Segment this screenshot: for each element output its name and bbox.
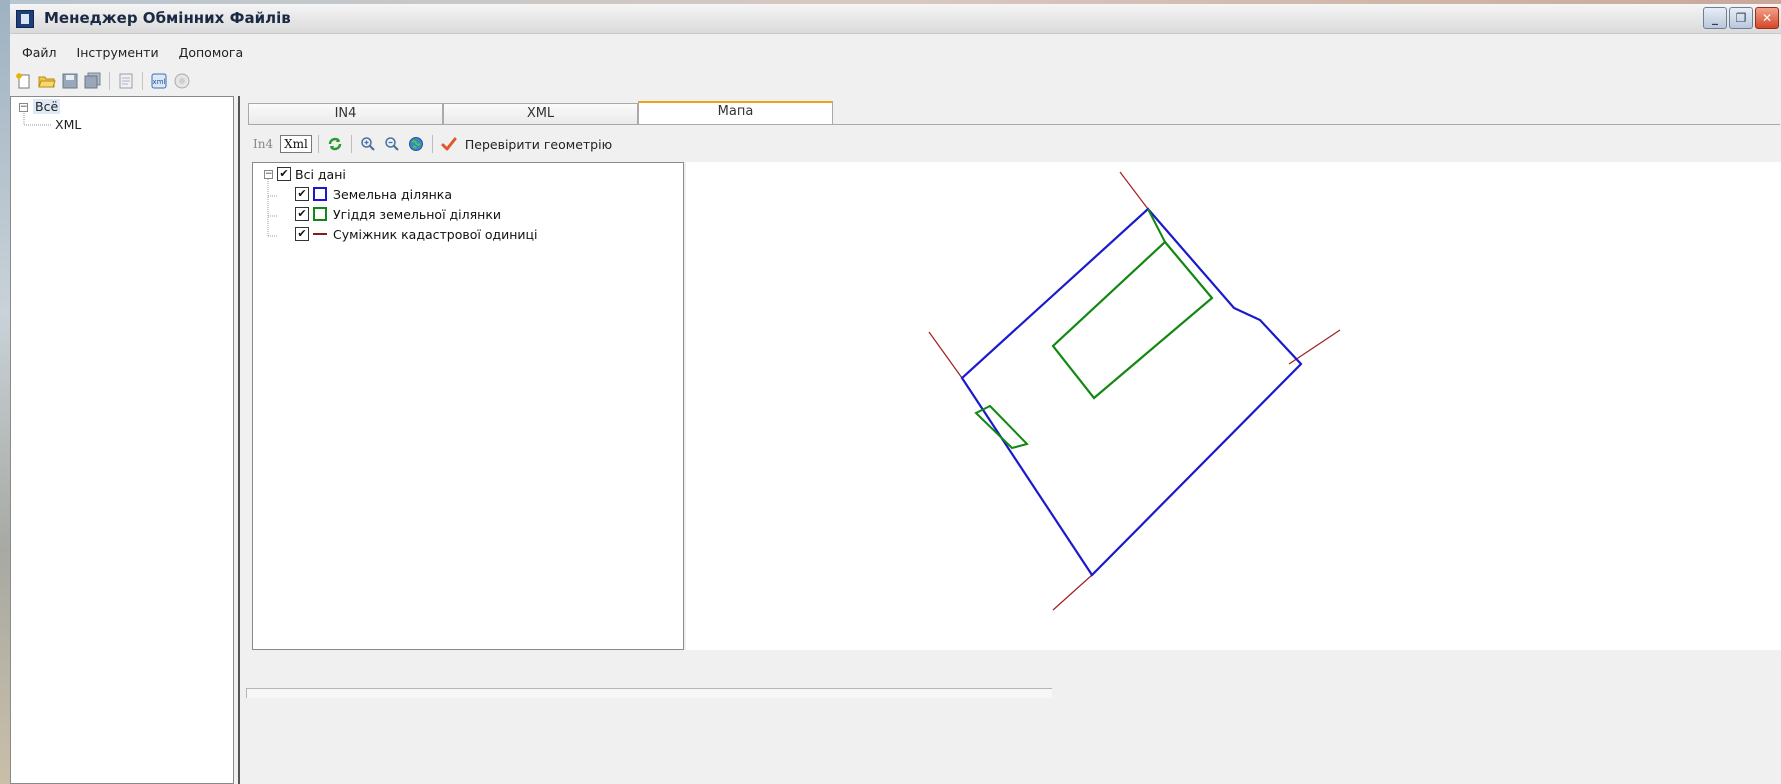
file-tree-panel: − Всё XML	[10, 96, 234, 784]
maximize-button[interactable]: ❐	[1729, 7, 1753, 29]
checkmark-icon[interactable]	[439, 134, 459, 154]
layer-adjacent-checkbox[interactable]: ✔	[295, 227, 309, 241]
save-all-icon[interactable]	[83, 71, 103, 91]
new-file-icon[interactable]	[14, 71, 34, 91]
menu-bar: Файл Інструменти Допомога	[10, 40, 1781, 64]
app-window: Менеджер Обмінних Файлів _ ❐ ✕ Файл Інст…	[10, 4, 1781, 784]
minimize-button[interactable]: _	[1703, 7, 1727, 29]
layer-all-data-checkbox[interactable]: ✔	[277, 167, 291, 181]
window-controls: _ ❐ ✕	[1703, 7, 1779, 29]
layers-collapse-toggle[interactable]: −	[264, 170, 273, 179]
map-drawing[interactable]	[686, 162, 1781, 650]
save-icon[interactable]	[60, 71, 80, 91]
toolbar-separator	[317, 135, 319, 153]
map-toolbar: In4 Xml Перевірити геометрію	[250, 132, 612, 156]
refresh-icon[interactable]	[325, 134, 345, 154]
map-canvas[interactable]	[686, 162, 1781, 650]
zoom-out-icon[interactable]	[382, 134, 402, 154]
layer-adjacent[interactable]: ✔ Суміжник кадастрової одиниці	[295, 225, 538, 243]
toolbar-separator	[142, 72, 143, 90]
app-icon	[16, 10, 34, 28]
red-line-icon	[313, 233, 327, 235]
layer-all-data-label: Всі дані	[295, 166, 346, 182]
tree-node-xml[interactable]: XML	[55, 117, 81, 132]
in4-button[interactable]: In4	[250, 136, 276, 152]
title-bar[interactable]: Менеджер Обмінних Файлів _ ❐ ✕	[10, 4, 1781, 34]
layer-land-parcel-label: Земельна ділянка	[333, 186, 452, 202]
land-use-polygon[interactable]	[1051, 240, 1214, 400]
zoom-in-icon[interactable]	[358, 134, 378, 154]
menu-file[interactable]: Файл	[14, 45, 65, 60]
tab-in4[interactable]: IN4	[248, 103, 443, 125]
bottom-tab-strip	[246, 688, 1052, 698]
content-pane: IN4 XML Мапа In4 Xml Перевірити геометрі…	[238, 96, 1781, 784]
import-icon[interactable]	[172, 71, 192, 91]
layer-land-use[interactable]: ✔ Угіддя земельної ділянки	[295, 205, 501, 223]
check-geometry-button[interactable]: Перевірити геометрію	[465, 137, 612, 152]
adjacent-line	[1119, 171, 1149, 210]
xml-button[interactable]: Xml	[280, 135, 312, 153]
layer-tree-panel: − ✔ Всі дані ✔ Земельна ділянка ✔ Угіддя…	[252, 162, 684, 650]
adjacent-line	[1052, 574, 1093, 611]
green-square-icon	[313, 207, 327, 221]
layer-land-use-label: Угіддя земельної ділянки	[333, 206, 501, 222]
layer-adjacent-label: Суміжник кадастрової одиниці	[333, 226, 538, 242]
menu-tools[interactable]: Інструменти	[69, 45, 167, 60]
layer-land-parcel[interactable]: ✔ Земельна ділянка	[295, 185, 452, 203]
adjacent-lines	[928, 171, 1341, 611]
menu-help[interactable]: Допомога	[171, 45, 252, 60]
tree-node-xml-label: XML	[55, 117, 82, 132]
window-title: Менеджер Обмінних Файлів	[44, 9, 291, 27]
tab-strip: IN4 XML Мапа	[248, 101, 833, 125]
document-icon[interactable]	[116, 71, 136, 91]
tree-connector	[23, 111, 51, 126]
open-folder-icon[interactable]	[37, 71, 57, 91]
close-button[interactable]: ✕	[1755, 7, 1779, 29]
tab-divider	[248, 124, 1780, 125]
layer-all-data[interactable]: ✔ Всі дані	[277, 165, 346, 183]
main-toolbar: xml	[10, 68, 1781, 94]
globe-icon[interactable]	[406, 134, 426, 154]
land-parcel-polygon[interactable]	[960, 207, 1303, 577]
toolbar-separator	[431, 135, 433, 153]
export-xml-icon[interactable]: xml	[149, 71, 169, 91]
layer-land-parcel-checkbox[interactable]: ✔	[295, 187, 309, 201]
tab-map[interactable]: Мапа	[638, 101, 833, 125]
toolbar-separator	[109, 72, 110, 90]
adjacent-line	[928, 331, 963, 379]
toolbar-separator	[350, 135, 352, 153]
desktop-background	[0, 0, 10, 784]
blue-square-icon	[313, 187, 327, 201]
svg-text:xml: xml	[153, 78, 166, 86]
tab-xml[interactable]: XML	[443, 103, 638, 125]
layer-land-use-checkbox[interactable]: ✔	[295, 207, 309, 221]
